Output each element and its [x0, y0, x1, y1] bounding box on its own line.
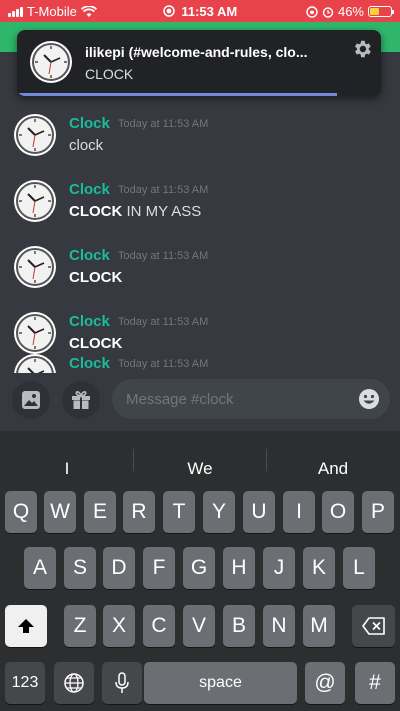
key-e[interactable]: E — [84, 491, 116, 533]
globe-key[interactable] — [54, 662, 94, 704]
notification-banner[interactable]: ilikepi (#welcome-and-rules, clo... CLOC… — [17, 30, 381, 96]
clock-avatar-icon — [14, 180, 56, 222]
battery-icon — [368, 6, 394, 17]
key-j[interactable]: J — [263, 547, 295, 589]
backspace-icon — [361, 617, 385, 635]
key-i[interactable]: I — [283, 491, 315, 533]
key-k[interactable]: K — [303, 547, 335, 589]
message-author[interactable]: Clock — [69, 313, 110, 330]
clock-avatar-icon — [14, 114, 56, 156]
key-c[interactable]: C — [143, 605, 175, 647]
alarm-icon — [322, 6, 334, 18]
message-composer — [0, 373, 400, 431]
message-text: CLOCK — [69, 335, 122, 352]
key-p[interactable]: P — [362, 491, 394, 533]
message-bold-text: CLOCK — [69, 203, 123, 220]
message-timestamp: Today at 11:53 AM — [118, 184, 209, 196]
message-field[interactable] — [112, 379, 390, 419]
key-s[interactable]: S — [64, 547, 96, 589]
key-g[interactable]: G — [183, 547, 215, 589]
gear-icon[interactable] — [351, 38, 373, 60]
message-text: clock — [69, 137, 103, 154]
key-q[interactable]: Q — [5, 491, 37, 533]
shift-icon — [18, 619, 34, 633]
suggestion-1[interactable]: I — [7, 459, 127, 479]
gift-icon — [72, 391, 90, 409]
suggestion-divider — [133, 449, 134, 471]
gift-button[interactable] — [62, 381, 100, 419]
message-text: CLOCK — [69, 269, 122, 286]
key-o[interactable]: O — [322, 491, 354, 533]
attach-image-button[interactable] — [12, 381, 50, 419]
suggestion-3[interactable]: And — [273, 459, 393, 479]
image-icon — [22, 391, 40, 409]
globe-icon — [64, 673, 84, 693]
at-key[interactable]: @ — [305, 662, 345, 704]
status-bar: T-Mobile 11:53 AM 46% — [0, 0, 400, 22]
numbers-key[interactable]: 123 — [5, 662, 45, 704]
message-plain-text: clock — [69, 137, 104, 154]
key-l[interactable]: L — [343, 547, 375, 589]
message-author[interactable]: Clock — [69, 355, 110, 372]
key-x[interactable]: X — [103, 605, 135, 647]
key-n[interactable]: N — [263, 605, 295, 647]
message-timestamp: Today at 11:53 AM — [118, 316, 209, 328]
message-bold-text: CLOCK — [69, 335, 123, 352]
emoji-icon[interactable] — [358, 388, 380, 410]
message-bold-text: CLOCK — [69, 269, 123, 286]
dictation-key[interactable] — [102, 662, 142, 704]
shift-key[interactable] — [5, 605, 47, 647]
message-timestamp: Today at 11:53 AM — [118, 250, 209, 262]
orientation-lock-icon — [306, 5, 318, 18]
key-t[interactable]: T — [163, 491, 195, 533]
key-a[interactable]: A — [24, 547, 56, 589]
key-w[interactable]: W — [44, 491, 76, 533]
message-input[interactable] — [126, 379, 346, 419]
microphone-icon — [115, 672, 129, 693]
record-icon — [162, 5, 175, 17]
message-timestamp: Today at 11:53 AM — [118, 358, 209, 370]
key-r[interactable]: R — [123, 491, 155, 533]
backspace-key[interactable] — [352, 605, 395, 647]
key-b[interactable]: B — [223, 605, 255, 647]
notification-title: ilikepi (#welcome-and-rules, clo... — [85, 44, 308, 60]
key-f[interactable]: F — [143, 547, 175, 589]
hash-key[interactable]: # — [355, 662, 395, 704]
message-author[interactable]: Clock — [69, 181, 110, 198]
space-key[interactable]: space — [144, 662, 297, 704]
battery-fill — [370, 8, 379, 15]
notification-progress — [17, 93, 337, 96]
key-h[interactable]: H — [223, 547, 255, 589]
message-plain-text: IN MY ASS — [122, 203, 202, 220]
clock-avatar-icon — [14, 246, 56, 288]
notification-body: CLOCK — [85, 66, 134, 82]
message-author[interactable]: Clock — [69, 115, 110, 132]
clock-avatar-icon — [14, 312, 56, 354]
suggestion-divider — [266, 449, 267, 471]
suggestion-2[interactable]: We — [140, 459, 260, 479]
battery-percent: 46% — [337, 4, 364, 19]
message-text: CLOCK IN MY ASS — [69, 203, 201, 220]
key-z[interactable]: Z — [64, 605, 96, 647]
key-y[interactable]: Y — [203, 491, 235, 533]
message-timestamp: Today at 11:53 AM — [118, 118, 209, 130]
key-m[interactable]: M — [303, 605, 335, 647]
clock-time: 11:53 AM — [181, 4, 238, 19]
clock-avatar-icon — [30, 41, 72, 83]
key-u[interactable]: U — [243, 491, 275, 533]
message-author[interactable]: Clock — [69, 247, 110, 264]
key-d[interactable]: D — [103, 547, 135, 589]
keyboard: I We And Q W E R T Y U I O P A S D F G H… — [0, 431, 400, 711]
key-v[interactable]: V — [183, 605, 215, 647]
